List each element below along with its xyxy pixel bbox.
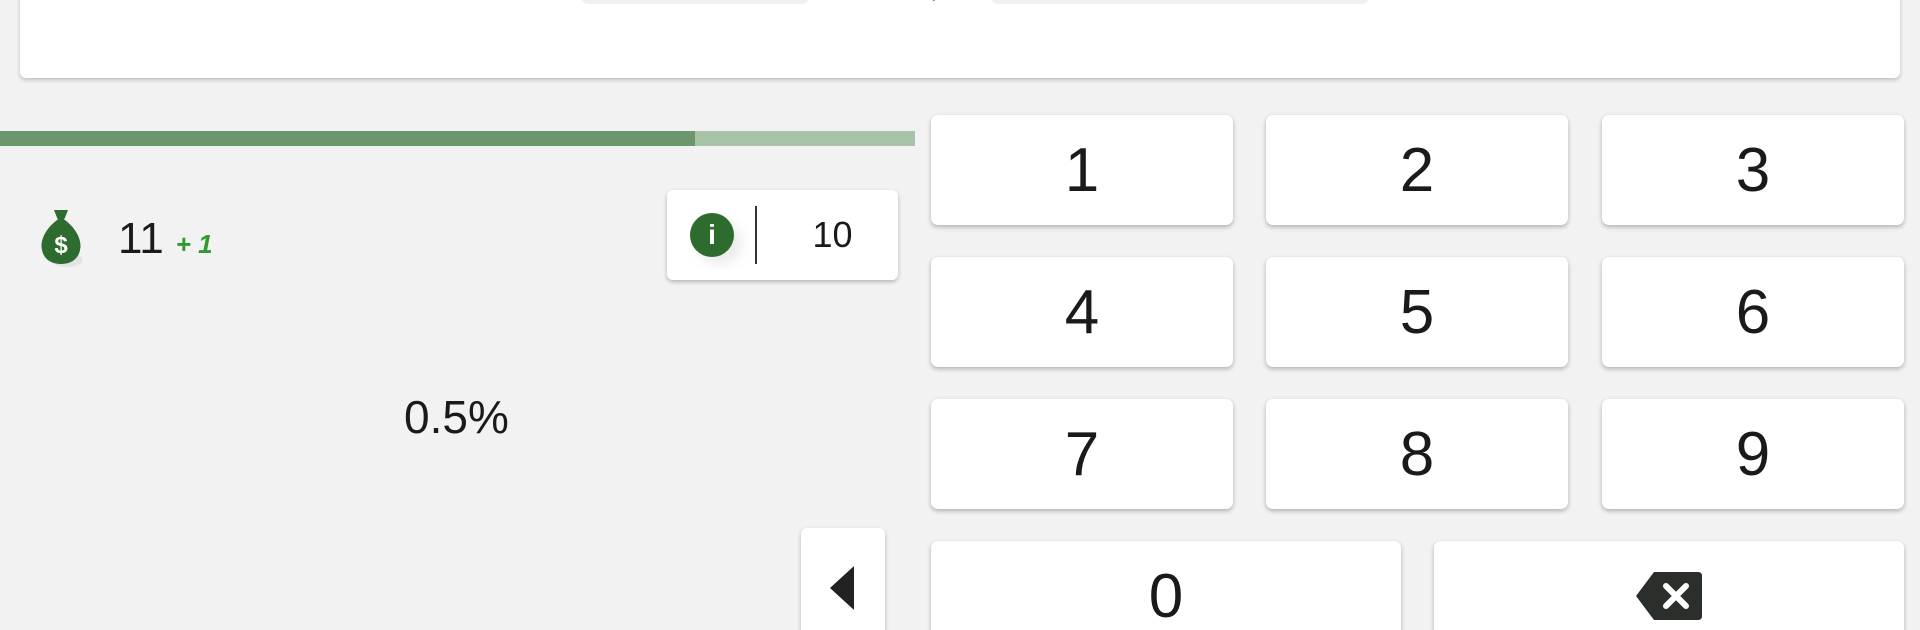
quiz-screen: → $ 11 + 1 i 10 0.5% 1 2 3 4 5 6 7 [0,0,1920,630]
question-arrow: → [900,0,952,12]
svg-text:$: $ [54,232,68,259]
coin-bonus: + 1 [175,228,213,259]
key-4[interactable]: 4 [931,257,1233,367]
key-0[interactable]: 0 [931,541,1401,630]
question-text-left [580,0,810,4]
key-3[interactable]: 3 [1602,115,1904,225]
info-divider [755,206,757,264]
backspace-button[interactable] [1434,541,1904,630]
coin-counter: $ 11 + 1 [40,208,213,270]
question-card: → [20,0,1900,78]
backspace-icon [1636,572,1702,620]
triangle-left-icon [830,566,854,610]
coin-count: 11 [118,214,164,263]
money-bag-icon: $ [41,210,82,267]
key-5[interactable]: 5 [1266,257,1568,367]
info-value: 10 [812,214,853,255]
progress-bar-fill [0,131,696,146]
info-panel[interactable]: i 10 [667,190,898,280]
info-icon-glyph: i [708,219,716,250]
question-text-right [990,0,1370,4]
info-icon[interactable]: i [690,213,734,257]
key-8[interactable]: 8 [1266,399,1568,509]
key-7[interactable]: 7 [931,399,1233,509]
accuracy-percent: 0.5% [404,391,509,443]
progress-bar [0,131,915,146]
key-2[interactable]: 2 [1266,115,1568,225]
key-1[interactable]: 1 [931,115,1233,225]
key-9[interactable]: 9 [1602,399,1904,509]
previous-button[interactable] [801,528,885,630]
key-6[interactable]: 6 [1602,257,1904,367]
